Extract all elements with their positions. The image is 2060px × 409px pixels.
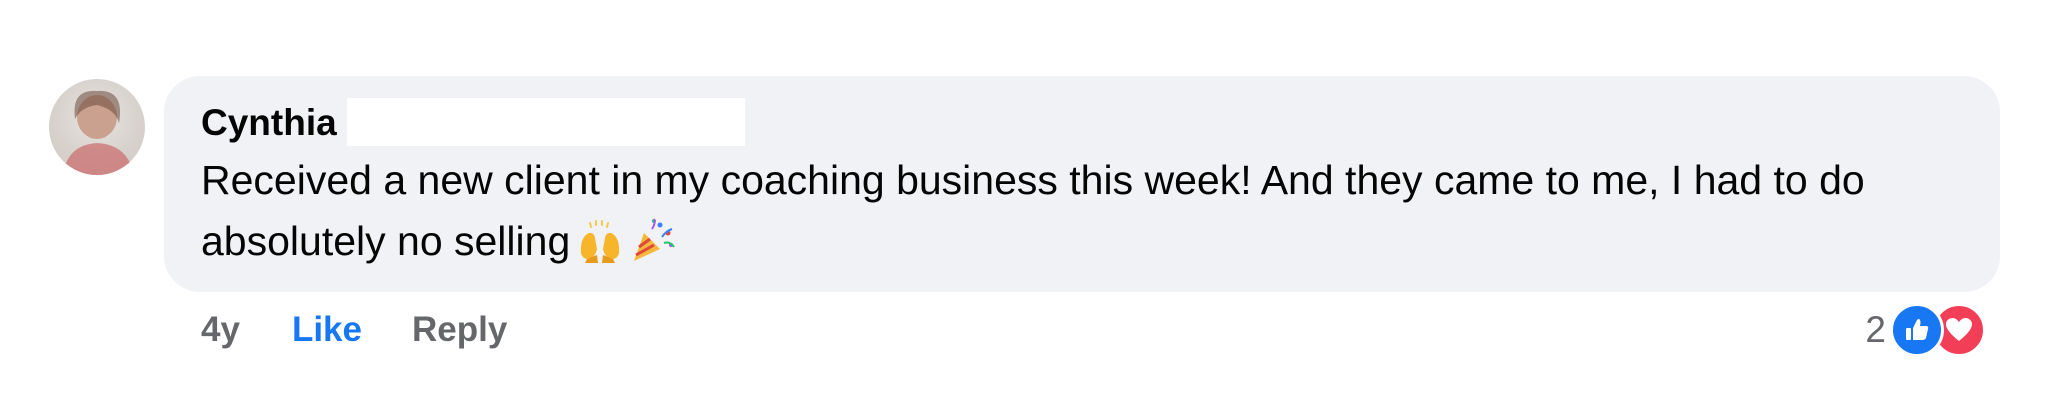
party-popper-emoji: [630, 217, 676, 280]
reply-button[interactable]: Reply: [412, 310, 507, 350]
comment-author-name[interactable]: Cynthia: [201, 104, 337, 141]
redacted-name-block: [346, 98, 745, 146]
reaction-icons: [1890, 302, 1990, 358]
comment-actions: 4y Like Reply: [201, 305, 507, 355]
comment-author-row: Cynthia: [201, 98, 745, 146]
like-reaction-icon: [1890, 303, 1944, 357]
comment-timestamp[interactable]: 4y: [201, 310, 240, 350]
reactions-summary[interactable]: 2: [1865, 302, 1990, 358]
reaction-count: 2: [1865, 309, 1886, 350]
avatar[interactable]: [49, 79, 145, 175]
like-button[interactable]: Like: [292, 310, 362, 350]
raising-hands-emoji: [578, 219, 622, 280]
comment-body: Received a new client in my coaching bus…: [201, 150, 1981, 280]
comment-text: Received a new client in my coaching bus…: [201, 157, 1865, 264]
